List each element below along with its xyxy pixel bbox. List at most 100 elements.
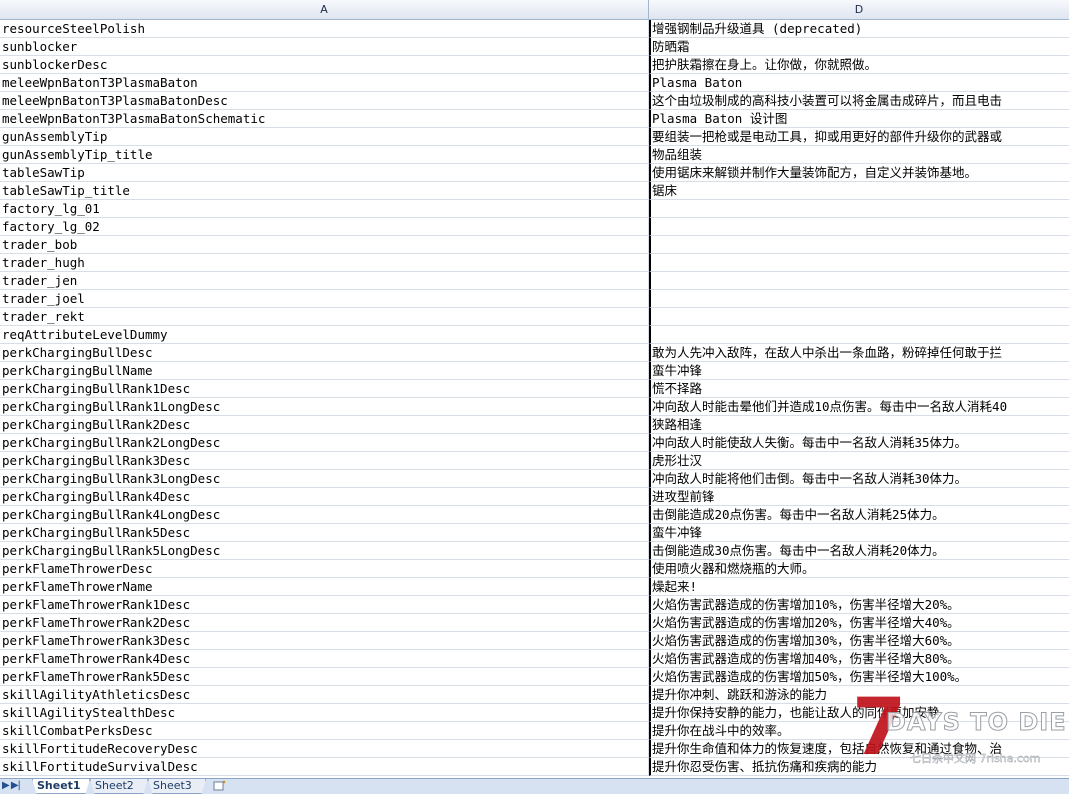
cell-key[interactable]: perkFlameThrowerRank4Desc <box>0 650 649 668</box>
cell-key[interactable]: trader_hugh <box>0 254 649 272</box>
cell-key[interactable]: trader_bob <box>0 236 649 254</box>
cell-value[interactable]: 冲向敌人时能击晕他们并造成10点伤害。每击中一名敌人消耗40 <box>649 398 1069 416</box>
cell-value[interactable]: 提升你生命值和体力的恢复速度，包括自然恢复和通过食物、治 <box>649 740 1069 758</box>
cell-value[interactable] <box>649 326 1069 344</box>
cell-key[interactable]: perkChargingBullRank1LongDesc <box>0 398 649 416</box>
cell-key[interactable]: perkFlameThrowerName <box>0 578 649 596</box>
cell-key[interactable]: meleeWpnBatonT3PlasmaBatonSchematic <box>0 110 649 128</box>
cell-key[interactable]: trader_jen <box>0 272 649 290</box>
cell-key[interactable]: skillAgilityAthleticsDesc <box>0 686 649 704</box>
cell-key[interactable]: resourceSteelPolish <box>0 20 649 38</box>
cell-key[interactable]: sunblockerDesc <box>0 56 649 74</box>
cell-value[interactable]: 提升你忍受伤害、抵抗伤痛和疾病的能力 <box>649 758 1069 776</box>
cell-value[interactable]: 虎形壮汉 <box>649 452 1069 470</box>
table-row: skillFortitudeRecoveryDesc 提升你生命值和体力的恢复速度… <box>0 740 1069 758</box>
cell-key[interactable]: tableSawTip_title <box>0 182 649 200</box>
cell-value[interactable]: 击倒能造成20点伤害。每击中一名敌人消耗25体力。 <box>649 506 1069 524</box>
cell-key[interactable]: perkFlameThrowerRank2Desc <box>0 614 649 632</box>
column-header-d[interactable]: D <box>649 0 1069 20</box>
cell-key[interactable]: trader_joel <box>0 290 649 308</box>
cell-key[interactable]: perkChargingBullRank1Desc <box>0 380 649 398</box>
cell-key[interactable]: skillCombatPerksDesc <box>0 722 649 740</box>
cell-value[interactable]: 狭路相逢 <box>649 416 1069 434</box>
new-sheet-icon[interactable] <box>210 780 230 793</box>
cell-key[interactable]: perkChargingBullRank2LongDesc <box>0 434 649 452</box>
cell-value[interactable]: 使用锯床来解锁并制作大量装饰配方，自定义并装饰基地。 <box>649 164 1069 182</box>
cell-value[interactable]: 增强钢制品升级道具 (deprecated) <box>649 20 1069 38</box>
cell-value[interactable]: 要组装一把枪或是电动工具，抑或用更好的部件升级你的武器或 <box>649 128 1069 146</box>
cell-key[interactable]: perkChargingBullRank4LongDesc <box>0 506 649 524</box>
cell-value[interactable]: 燥起来! <box>649 578 1069 596</box>
cell-key[interactable]: meleeWpnBatonT3PlasmaBatonDesc <box>0 92 649 110</box>
cell-value[interactable]: Plasma Baton <box>649 74 1069 92</box>
table-row: skillFortitudeSurvivalDesc 提升你忍受伤害、抵抗伤痛和疾… <box>0 758 1069 776</box>
cell-key[interactable]: perkChargingBullRank3Desc <box>0 452 649 470</box>
table-row: perkFlameThrowerRank5Desc 火焰伤害武器造成的伤害增加50… <box>0 668 1069 686</box>
cell-key[interactable]: perkChargingBullDesc <box>0 344 649 362</box>
table-row: perkChargingBullRank3Desc 虎形壮汉 <box>0 452 1069 470</box>
cell-value[interactable] <box>649 290 1069 308</box>
cell-key[interactable]: perkChargingBullName <box>0 362 649 380</box>
cell-key[interactable]: trader_rekt <box>0 308 649 326</box>
cell-key[interactable]: perkFlameThrowerRank3Desc <box>0 632 649 650</box>
cell-value[interactable]: 火焰伤害武器造成的伤害增加50%，伤害半径增大100%。 <box>649 668 1069 686</box>
cell-value[interactable]: 提升你冲刺、跳跃和游泳的能力 <box>649 686 1069 704</box>
cell-value[interactable]: 击倒能造成30点伤害。每击中一名敌人消耗20体力。 <box>649 542 1069 560</box>
cell-value[interactable]: 防晒霜 <box>649 38 1069 56</box>
cell-value[interactable] <box>649 236 1069 254</box>
table-row: trader_rekt <box>0 308 1069 326</box>
cell-value[interactable]: 火焰伤害武器造成的伤害增加40%，伤害半径增大80%。 <box>649 650 1069 668</box>
cell-value[interactable]: 进攻型前锋 <box>649 488 1069 506</box>
cell-key[interactable]: perkChargingBullRank3LongDesc <box>0 470 649 488</box>
cell-value[interactable]: 物品组装 <box>649 146 1069 164</box>
cell-value[interactable]: 蛮牛冲锋 <box>649 524 1069 542</box>
cell-value[interactable]: 蛮牛冲锋 <box>649 362 1069 380</box>
cell-value[interactable]: 火焰伤害武器造成的伤害增加10%，伤害半径增大20%。 <box>649 596 1069 614</box>
sheet-tab-sheet2[interactable]: Sheet2 <box>90 779 148 794</box>
cell-value[interactable]: 锯床 <box>649 182 1069 200</box>
cell-key[interactable]: meleeWpnBatonT3PlasmaBaton <box>0 74 649 92</box>
cell-key[interactable]: perkChargingBullRank5Desc <box>0 524 649 542</box>
cell-value[interactable] <box>649 254 1069 272</box>
cell-value[interactable]: 把护肤霜擦在身上。让你做，你就照做。 <box>649 56 1069 74</box>
cell-key[interactable]: skillFortitudeRecoveryDesc <box>0 740 649 758</box>
spreadsheet-grid[interactable]: A D resourceSteelPolish 增强钢制品升级道具 (deprec… <box>0 0 1069 778</box>
cell-value[interactable] <box>649 308 1069 326</box>
cell-key[interactable]: tableSawTip <box>0 164 649 182</box>
cell-key[interactable]: factory_lg_01 <box>0 200 649 218</box>
column-header-a[interactable]: A <box>0 0 649 20</box>
cell-value[interactable]: 冲向敌人时能使敌人失衡。每击中一名敌人消耗35体力。 <box>649 434 1069 452</box>
cell-key[interactable]: perkChargingBullRank2Desc <box>0 416 649 434</box>
cell-key[interactable]: skillAgilityStealthDesc <box>0 704 649 722</box>
cell-value[interactable]: 冲向敌人时能将他们击倒。每击中一名敌人消耗30体力。 <box>649 470 1069 488</box>
cell-value[interactable]: 使用喷火器和燃烧瓶的大师。 <box>649 560 1069 578</box>
cell-value[interactable]: 火焰伤害武器造成的伤害增加20%，伤害半径增大40%。 <box>649 614 1069 632</box>
cell-key[interactable]: factory_lg_02 <box>0 218 649 236</box>
cell-value[interactable] <box>649 200 1069 218</box>
cell-key[interactable]: sunblocker <box>0 38 649 56</box>
cell-key[interactable]: perkChargingBullRank5LongDesc <box>0 542 649 560</box>
cell-value[interactable]: 提升你在战斗中的效率。 <box>649 722 1069 740</box>
cell-key[interactable]: reqAttributeLevelDummy <box>0 326 649 344</box>
cell-value[interactable]: 火焰伤害武器造成的伤害增加30%，伤害半径增大60%。 <box>649 632 1069 650</box>
table-row: gunAssemblyTip 要组装一把枪或是电动工具，抑或用更好的部件升级你的武… <box>0 128 1069 146</box>
table-row: perkFlameThrowerName 燥起来! <box>0 578 1069 596</box>
cell-value[interactable]: 提升你保持安静的能力，也能让敌人的同伴更加安静 <box>649 704 1069 722</box>
sheet-tab-sheet3[interactable]: Sheet3 <box>148 779 206 794</box>
cell-value[interactable]: Plasma Baton 设计图 <box>649 110 1069 128</box>
cell-key[interactable]: perkFlameThrowerRank5Desc <box>0 668 649 686</box>
cell-value[interactable]: 这个由垃圾制成的高科技小装置可以将金属击成碎片，而且电击 <box>649 92 1069 110</box>
tab-scroll-arrows-icon[interactable]: ▶ ▶| <box>2 780 21 791</box>
cell-value[interactable] <box>649 218 1069 236</box>
cell-value[interactable] <box>649 272 1069 290</box>
cell-key[interactable]: perkChargingBullRank4Desc <box>0 488 649 506</box>
cell-key[interactable]: gunAssemblyTip <box>0 128 649 146</box>
table-row: perkChargingBullRank1Desc 慌不择路 <box>0 380 1069 398</box>
cell-key[interactable]: perkFlameThrowerDesc <box>0 560 649 578</box>
cell-value[interactable]: 慌不择路 <box>649 380 1069 398</box>
cell-key[interactable]: perkFlameThrowerRank1Desc <box>0 596 649 614</box>
cell-key[interactable]: gunAssemblyTip_title <box>0 146 649 164</box>
cell-value[interactable]: 敢为人先冲入敌阵，在敌人中杀出一条血路，粉碎掉任何敢于拦 <box>649 344 1069 362</box>
cell-key[interactable]: skillFortitudeSurvivalDesc <box>0 758 649 776</box>
sheet-tab-sheet1[interactable]: Sheet1 <box>32 779 90 794</box>
